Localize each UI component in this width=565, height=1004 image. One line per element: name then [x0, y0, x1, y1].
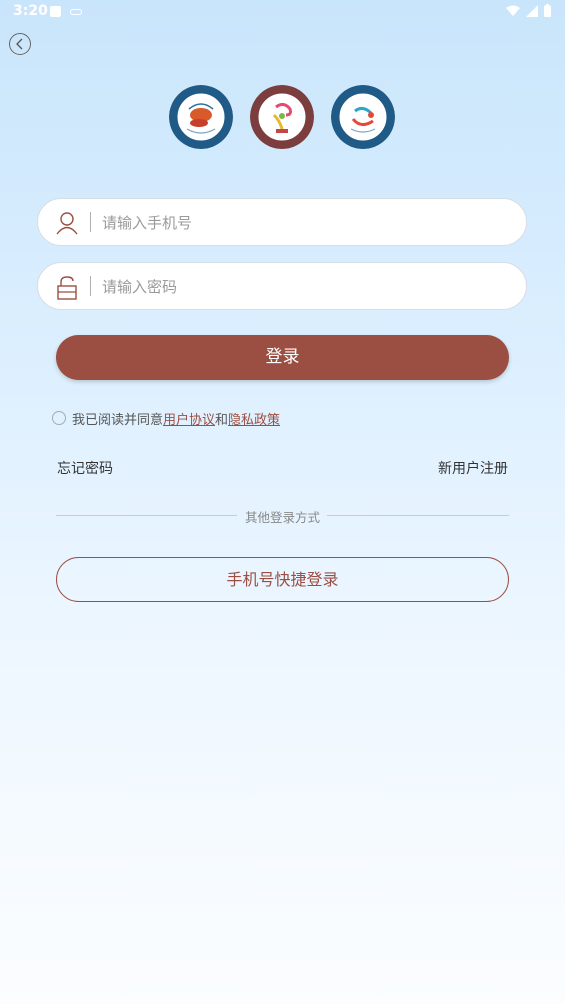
back-icon — [16, 38, 23, 50]
phone-input[interactable] — [100, 207, 504, 239]
agreement-prefix: 我已阅读并同意 — [72, 412, 164, 428]
other-login-methods-label: 其他登录方式 — [244, 510, 320, 525]
wifi-icon — [506, 5, 520, 16]
hospital-logo-3 — [331, 85, 395, 149]
agreement-checkbox[interactable] — [52, 411, 66, 425]
register-link[interactable]: 新用户注册 — [438, 458, 508, 478]
hospital-logo-1 — [169, 85, 233, 149]
lock-icon — [57, 276, 77, 300]
system-icons — [506, 4, 551, 17]
status-bar: 3:20 — [0, 0, 565, 24]
user-agreement-link[interactable]: 用户协议 — [163, 409, 215, 428]
notification-icon — [50, 6, 61, 17]
login-button[interactable]: 登录 — [56, 335, 509, 380]
password-field[interactable] — [37, 262, 527, 310]
privacy-policy-link[interactable]: 隐私政策 — [228, 409, 280, 428]
battery-icon — [544, 4, 551, 17]
password-input[interactable] — [100, 271, 504, 303]
agreement-row: 我已阅读并同意 用户协议 和 隐私政策 — [52, 409, 280, 428]
back-button[interactable] — [9, 33, 31, 55]
user-icon — [56, 212, 78, 235]
forgot-password-link[interactable]: 忘记密码 — [57, 458, 113, 478]
hospital-logo-2 — [250, 85, 314, 149]
agreement-and: 和 — [215, 412, 229, 428]
quick-login-button[interactable]: 手机号快捷登录 — [56, 557, 509, 602]
field-separator — [90, 212, 91, 232]
signal-icon — [526, 4, 538, 17]
hospital-logos — [0, 85, 565, 151]
notification-icon — [70, 9, 82, 15]
phone-field[interactable] — [37, 198, 527, 246]
status-time: 3:20 — [13, 3, 48, 19]
field-separator — [90, 276, 91, 296]
